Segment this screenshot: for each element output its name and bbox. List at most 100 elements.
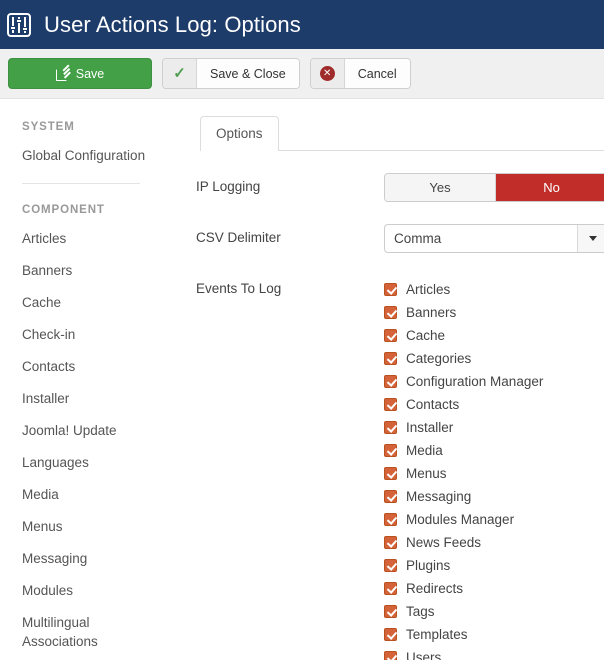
events-to-log-checkbox-list: Articles Banners Cache Categories Config… xyxy=(384,278,604,660)
page-header: User Actions Log: Options xyxy=(0,0,604,49)
field-row-events-to-log: Events To Log Articles Banners Cache Cat… xyxy=(196,275,604,660)
checkbox-checked-icon[interactable] xyxy=(384,513,397,526)
checkbox-label: Modules Manager xyxy=(406,511,515,527)
checkbox-label: Users xyxy=(406,649,442,660)
checkbox-checked-icon[interactable] xyxy=(384,421,397,434)
checkbox-categories[interactable]: Categories xyxy=(384,347,604,370)
checkbox-users[interactable]: Users xyxy=(384,646,604,660)
sidebar: SYSTEM Global Configuration COMPONENT Ar… xyxy=(0,99,186,660)
ip-logging-field: Yes No xyxy=(384,173,604,202)
sidebar-item-messaging[interactable]: Messaging xyxy=(22,549,157,568)
sidebar-item-installer[interactable]: Installer xyxy=(22,389,157,408)
checkbox-checked-icon[interactable] xyxy=(384,467,397,480)
checkbox-checked-icon[interactable] xyxy=(384,628,397,641)
sidebar-item-global-configuration[interactable]: Global Configuration xyxy=(22,146,157,165)
sidebar-item-banners[interactable]: Banners xyxy=(22,261,157,280)
checkbox-checked-icon[interactable] xyxy=(384,651,397,660)
checkbox-messaging[interactable]: Messaging xyxy=(384,485,604,508)
chevron-down-icon[interactable] xyxy=(577,225,604,252)
checkbox-tags[interactable]: Tags xyxy=(384,600,604,623)
tab-options[interactable]: Options xyxy=(200,116,279,151)
sliders-icon xyxy=(7,12,31,37)
sidebar-item-check-in[interactable]: Check-in xyxy=(22,325,157,344)
checkbox-news-feeds[interactable]: News Feeds xyxy=(384,531,604,554)
options-form: IP Logging Yes No CSV Delimiter Comma Ev… xyxy=(186,173,604,660)
cancel-label: Cancel xyxy=(344,59,410,88)
checkbox-label: Tags xyxy=(406,603,435,619)
checkbox-label: Templates xyxy=(406,626,468,642)
checkbox-modules-manager[interactable]: Modules Manager xyxy=(384,508,604,531)
checkbox-installer[interactable]: Installer xyxy=(384,416,604,439)
checkbox-checked-icon[interactable] xyxy=(384,605,397,618)
save-button[interactable]: Save xyxy=(8,58,152,89)
checkbox-checked-icon[interactable] xyxy=(384,329,397,342)
checkbox-checked-icon[interactable] xyxy=(384,582,397,595)
checkbox-checked-icon[interactable] xyxy=(384,398,397,411)
field-row-ip-logging: IP Logging Yes No xyxy=(196,173,604,202)
checkbox-configuration-manager[interactable]: Configuration Manager xyxy=(384,370,604,393)
checkbox-cache[interactable]: Cache xyxy=(384,324,604,347)
sidebar-heading-component: COMPONENT xyxy=(22,204,105,216)
sidebar-divider xyxy=(22,183,140,184)
checkbox-menus[interactable]: Menus xyxy=(384,462,604,485)
save-button-label: Save xyxy=(75,66,105,81)
checkbox-label: Categories xyxy=(406,350,472,366)
ip-logging-option-no[interactable]: No xyxy=(496,174,604,201)
sidebar-item-multilingual-associations[interactable]: Multilingual Associations xyxy=(22,613,157,651)
page-body: SYSTEM Global Configuration COMPONENT Ar… xyxy=(0,99,604,660)
sidebar-item-contacts[interactable]: Contacts xyxy=(22,357,157,376)
checkbox-media[interactable]: Media xyxy=(384,439,604,462)
ip-logging-label: IP Logging xyxy=(196,179,261,194)
checkbox-label: Banners xyxy=(406,304,457,320)
sidebar-item-modules[interactable]: Modules xyxy=(22,581,157,600)
checkbox-checked-icon[interactable] xyxy=(384,306,397,319)
events-to-log-label: Events To Log xyxy=(196,281,282,296)
checkbox-checked-icon[interactable] xyxy=(384,444,397,457)
checkbox-label: Configuration Manager xyxy=(406,373,544,389)
checkbox-checked-icon[interactable] xyxy=(384,352,397,365)
checkbox-checked-icon[interactable] xyxy=(384,375,397,388)
sidebar-item-cache[interactable]: Cache xyxy=(22,293,157,312)
sidebar-item-languages[interactable]: Languages xyxy=(22,453,157,472)
checkbox-redirects[interactable]: Redirects xyxy=(384,577,604,600)
toolbar: Save ✓ Save & Close ✕ Cancel xyxy=(0,49,604,99)
sidebar-heading-system: SYSTEM xyxy=(22,121,75,133)
csv-delimiter-value: Comma xyxy=(394,231,442,246)
check-icon: ✓ xyxy=(163,59,197,88)
csv-delimiter-select[interactable]: Comma xyxy=(384,224,604,253)
checkbox-checked-icon[interactable] xyxy=(384,283,397,296)
save-and-close-button[interactable]: ✓ Save & Close xyxy=(162,58,300,89)
checkbox-label: Menus xyxy=(406,465,447,481)
sidebar-item-joomla-update[interactable]: Joomla! Update xyxy=(22,421,157,440)
checkbox-checked-icon[interactable] xyxy=(384,490,397,503)
checkbox-articles[interactable]: Articles xyxy=(384,278,604,301)
tab-bar: Options xyxy=(200,116,604,151)
checkbox-checked-icon[interactable] xyxy=(384,536,397,549)
save-and-close-label: Save & Close xyxy=(197,59,299,88)
sidebar-item-articles[interactable]: Articles xyxy=(22,229,157,248)
checkbox-label: Messaging xyxy=(406,488,472,504)
sidebar-item-media[interactable]: Media xyxy=(22,485,157,504)
sidebar-item-menus[interactable]: Menus xyxy=(22,517,157,536)
content-panel: Options IP Logging Yes No CSV Delimiter xyxy=(186,99,604,660)
checkbox-contacts[interactable]: Contacts xyxy=(384,393,604,416)
cancel-button[interactable]: ✕ Cancel xyxy=(309,58,411,89)
csv-delimiter-field: Comma xyxy=(384,224,604,253)
checkbox-checked-icon[interactable] xyxy=(384,559,397,572)
field-row-csv-delimiter: CSV Delimiter Comma xyxy=(196,224,604,253)
checkbox-label: Redirects xyxy=(406,580,464,596)
checkbox-banners[interactable]: Banners xyxy=(384,301,604,324)
checkbox-label: News Feeds xyxy=(406,534,482,550)
x-circle-icon: ✕ xyxy=(310,59,345,88)
checkbox-label: Media xyxy=(406,442,443,458)
checkbox-label: Contacts xyxy=(406,396,460,412)
csv-delimiter-label: CSV Delimiter xyxy=(196,230,281,245)
checkbox-label: Articles xyxy=(406,281,451,297)
checkbox-templates[interactable]: Templates xyxy=(384,623,604,646)
checkbox-plugins[interactable]: Plugins xyxy=(384,554,604,577)
ip-logging-option-yes[interactable]: Yes xyxy=(385,174,496,201)
checkbox-label: Installer xyxy=(406,419,454,435)
ip-logging-toggle[interactable]: Yes No xyxy=(384,173,604,202)
pencil-square-icon xyxy=(55,67,69,81)
page-title: User Actions Log: Options xyxy=(44,11,301,37)
